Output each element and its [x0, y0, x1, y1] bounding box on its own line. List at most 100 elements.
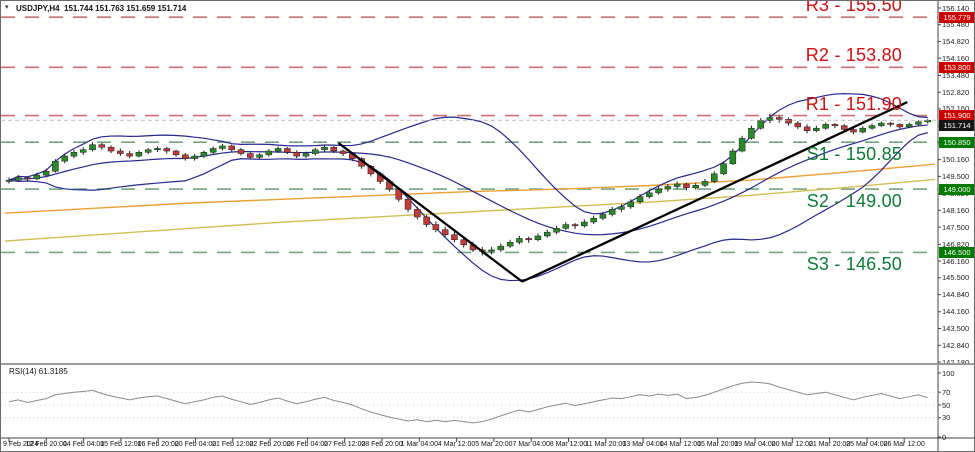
candle-body [99, 145, 105, 148]
candle-body [915, 122, 921, 125]
candle-body [758, 121, 764, 129]
candle-body [266, 151, 272, 155]
candle-body [628, 202, 634, 207]
candle-body [711, 174, 717, 182]
time-axis-label: 21 Mar 20:00 [809, 441, 850, 448]
candle-body [526, 239, 532, 240]
rsi-line [9, 382, 928, 423]
candle-body [600, 214, 606, 218]
time-axis-label: 21 Feb 12:00 [212, 441, 253, 448]
candle-body [823, 124, 829, 128]
candle-body [210, 148, 216, 152]
support-label-s3[interactable]: S3 - 146.50 [807, 254, 902, 275]
candle-body [860, 128, 866, 132]
candle-body [201, 152, 207, 156]
candle-body [721, 164, 727, 174]
candle-body [424, 217, 430, 225]
support-label-s2[interactable]: S2 - 149.00 [807, 191, 902, 212]
rsi-axis-label: 0 [942, 433, 946, 442]
candle-body [507, 242, 513, 246]
quote-ohlc-values: 151.744 151.763 151.659 151.714 [64, 4, 186, 13]
candle-body [535, 236, 541, 240]
candle-body [442, 230, 448, 235]
time-axis-label: 15 Mar 20:00 [697, 441, 738, 448]
candle-body [609, 209, 615, 214]
rsi-axis-label: 50 [942, 401, 950, 410]
candle-body [52, 161, 58, 171]
candle-body [127, 154, 133, 157]
time-axis-label: 4 Mar 12:00 [438, 441, 475, 448]
time-axis-label: 7 Mar 04:00 [513, 441, 550, 448]
resistance-label-r1[interactable]: R1 - 151.90 [806, 94, 902, 115]
candle-body [247, 154, 253, 158]
time-axis-label: 15 Feb 12:00 [100, 441, 141, 448]
candle-body [897, 124, 903, 127]
candle-body [145, 150, 151, 153]
candle-body [433, 225, 439, 230]
candle-body [516, 239, 522, 243]
candle-body [795, 123, 801, 127]
candle-body [25, 178, 31, 179]
price-axis-tick-label: 142.180 [942, 358, 969, 367]
time-axis-label: 27 Feb 12:00 [324, 441, 365, 448]
time-axis-label: 1 Mar 04:00 [401, 441, 438, 448]
candle-body [841, 126, 847, 130]
candle-body [340, 151, 346, 154]
time-axis-label: 28 Feb 20:00 [361, 441, 402, 448]
candle-body [906, 124, 912, 127]
candle-body [34, 175, 40, 179]
time-axis-label: 26 Mar 12:00 [884, 441, 925, 448]
axis-current-price-box: 151.714 [939, 120, 975, 131]
time-axis-label: 12 Feb 20:00 [26, 441, 67, 448]
candle-body [405, 199, 411, 209]
price-axis-tick-label: 144.160 [942, 307, 969, 316]
rsi-axis-label: 100 [942, 369, 955, 378]
time-axis-label: 19 Mar 04:00 [734, 441, 775, 448]
candle-body [554, 228, 560, 232]
time-axis-label: 26 Feb 04:00 [287, 441, 328, 448]
axis-price-box-s1: 150.850 [939, 137, 975, 148]
candle-body [572, 225, 578, 226]
candle-body [414, 209, 420, 217]
trendline-1 [338, 143, 522, 282]
candle-body [312, 150, 318, 154]
bollinger-upper-band [9, 94, 928, 214]
time-axis-label: 14 Mar 12:00 [660, 441, 701, 448]
quote-line: USDJPY,H4 151.744 151.763 151.659 151.71… [16, 4, 186, 13]
candle-body [878, 123, 884, 126]
candle-body [776, 118, 782, 120]
candle-body [563, 225, 569, 229]
candle-body [850, 129, 856, 132]
candle-body [489, 250, 495, 251]
candle-body [832, 124, 838, 125]
candle-body [591, 218, 597, 222]
candle-body [15, 178, 21, 181]
symbol-marker-icon[interactable]: ▾ [5, 3, 9, 11]
time-axis-label: 25 Mar 04:00 [846, 441, 887, 448]
candle-body [674, 184, 680, 187]
candle-body [618, 207, 624, 210]
candle-body [656, 189, 662, 193]
candle-body [108, 147, 114, 151]
candle-body [813, 128, 819, 131]
support-label-s1[interactable]: S1 - 150.85 [807, 144, 902, 165]
candle-body [229, 146, 235, 150]
price-axis-tick-label: 143.500 [942, 324, 969, 333]
resistance-label-r2[interactable]: R2 - 153.80 [806, 45, 902, 66]
time-axis-label: 20 Feb 04:00 [175, 441, 216, 448]
candle-body [284, 148, 290, 152]
price-axis-tick-label: 142.840 [942, 341, 969, 350]
candle-body [303, 154, 309, 157]
axis-price-box-s3: 146.500 [939, 247, 975, 258]
candle-body [451, 235, 457, 240]
pane-divider[interactable] [1, 363, 975, 365]
candle-body [869, 126, 875, 129]
candle-body [646, 193, 652, 197]
resistance-label-r3[interactable]: R3 - 155.50 [806, 0, 902, 16]
price-chart-canvas[interactable] [1, 1, 975, 452]
candle-body [739, 138, 745, 151]
candle-body [117, 151, 123, 154]
candle-body [683, 184, 689, 188]
candle-body [498, 246, 504, 250]
axis-price-box-r2: 153.800 [939, 62, 975, 73]
